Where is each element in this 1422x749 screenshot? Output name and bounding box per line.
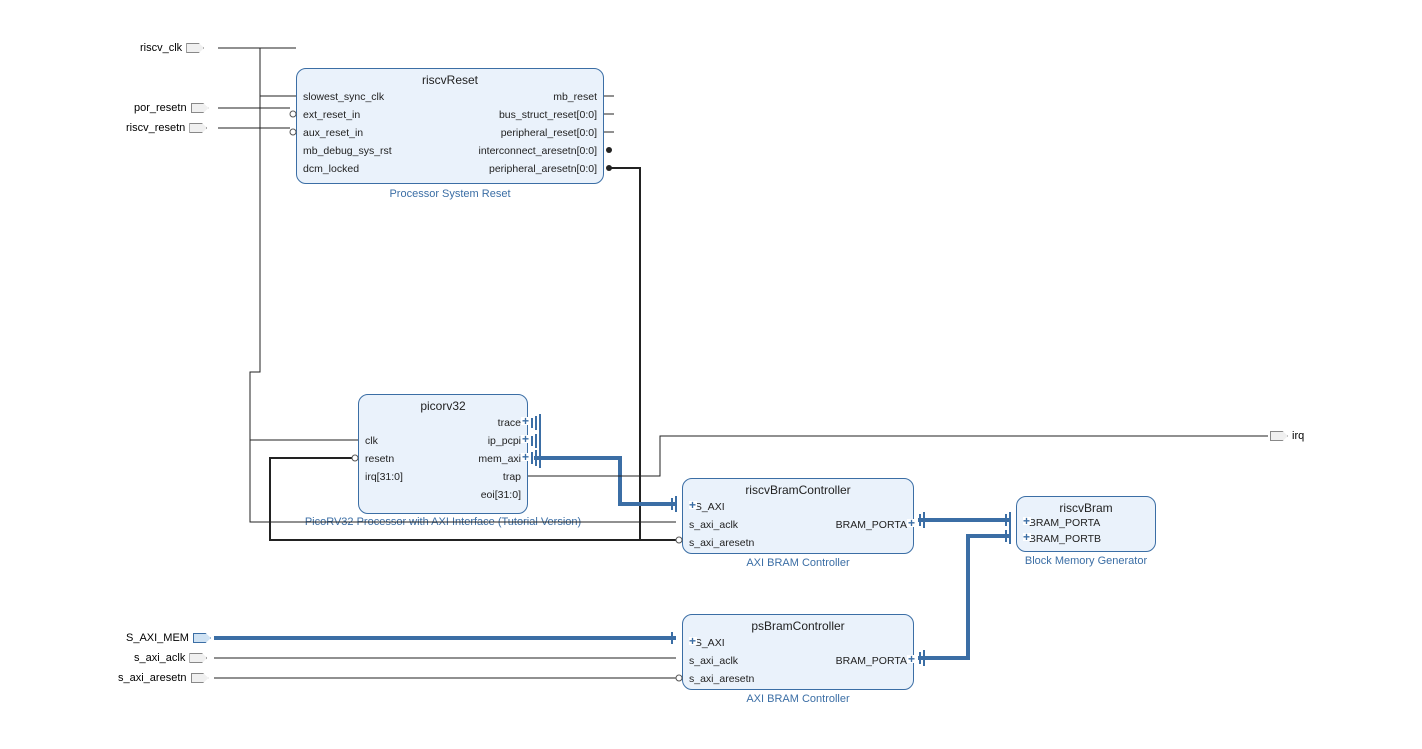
- port-riscv-resetn: riscv_resetn: [126, 122, 207, 134]
- pin: slowest_sync_clk: [303, 91, 384, 103]
- block-ps-bram-controller[interactable]: psBramController + S_AXI s_axi_aclk s_ax…: [682, 614, 914, 690]
- plus-icon: +: [1023, 517, 1031, 525]
- pin: + S_AXI: [689, 501, 725, 513]
- port-irq: irq: [1270, 430, 1304, 442]
- pin: + BRAM_PORTA: [1023, 517, 1100, 529]
- plus-icon: +: [521, 435, 529, 443]
- block-title: riscvBramController: [683, 479, 913, 499]
- pin: s_axi_aresetn: [689, 537, 754, 549]
- port-icon: [189, 653, 207, 663]
- pin: eoi[31:0]: [481, 489, 521, 501]
- plus-icon: +: [907, 655, 915, 663]
- port-icon: [191, 103, 209, 113]
- pin: clk: [365, 435, 378, 447]
- pin: trap: [503, 471, 521, 483]
- port-s-axi-aclk: s_axi_aclk: [134, 652, 207, 664]
- pin: mb_reset: [553, 91, 597, 103]
- block-riscv-bram[interactable]: riscvBram + BRAM_PORTA + BRAM_PORTB: [1016, 496, 1156, 552]
- port-label: riscv_clk: [140, 42, 182, 54]
- pin: aux_reset_in: [303, 127, 363, 139]
- port-label: riscv_resetn: [126, 122, 185, 134]
- block-subtitle: AXI BRAM Controller: [682, 693, 914, 705]
- pin: s_axi_aclk: [689, 519, 738, 531]
- plus-icon: +: [521, 417, 529, 425]
- port-label: s_axi_aresetn: [118, 672, 187, 684]
- plus-icon: +: [907, 519, 915, 527]
- pin: mb_debug_sys_rst: [303, 145, 392, 157]
- pin: peripheral_aresetn[0:0]: [489, 163, 597, 175]
- port-icon: [186, 43, 204, 53]
- block-riscv-reset[interactable]: riscvReset slowest_sync_clk ext_reset_in…: [296, 68, 604, 184]
- block-picorv32[interactable]: picorv32 clk resetn irq[31:0] trace + ip…: [358, 394, 528, 514]
- port-label: s_axi_aclk: [134, 652, 185, 664]
- pin: trace +: [498, 417, 521, 429]
- port-por-resetn: por_resetn: [134, 102, 209, 114]
- pin: ext_reset_in: [303, 109, 360, 121]
- block-subtitle: Processor System Reset: [296, 188, 604, 200]
- port-label: por_resetn: [134, 102, 187, 114]
- plus-icon: +: [689, 501, 697, 509]
- pin: + BRAM_PORTB: [1023, 533, 1101, 545]
- port-label: S_AXI_MEM: [126, 632, 189, 644]
- plus-icon: +: [1023, 533, 1031, 541]
- block-riscv-bram-controller[interactable]: riscvBramController + S_AXI s_axi_aclk s…: [682, 478, 914, 554]
- port-label: irq: [1292, 430, 1304, 442]
- pin: irq[31:0]: [365, 471, 403, 483]
- pin: s_axi_aresetn: [689, 673, 754, 685]
- pin: bus_struct_reset[0:0]: [499, 109, 597, 121]
- pin: ip_pcpi +: [488, 435, 521, 447]
- port-icon: [1270, 431, 1288, 441]
- block-subtitle: AXI BRAM Controller: [682, 557, 914, 569]
- block-subtitle: Block Memory Generator: [1008, 555, 1164, 567]
- pin: BRAM_PORTA +: [836, 655, 907, 667]
- pin: + S_AXI: [689, 637, 725, 649]
- pin: interconnect_aresetn[0:0]: [479, 145, 598, 157]
- plus-icon: +: [521, 453, 529, 461]
- port-s-axi-aresetn: s_axi_aresetn: [118, 672, 209, 684]
- pin: mem_axi +: [478, 453, 521, 465]
- pin: dcm_locked: [303, 163, 359, 175]
- port-icon: [189, 123, 207, 133]
- port-riscv-clk: riscv_clk: [140, 42, 204, 54]
- block-title: psBramController: [683, 615, 913, 635]
- pin: peripheral_reset[0:0]: [501, 127, 597, 139]
- block-title: riscvReset: [297, 69, 603, 89]
- block-title: picorv32: [359, 395, 527, 415]
- pin: BRAM_PORTA +: [836, 519, 907, 531]
- port-s-axi-mem: S_AXI_MEM: [126, 632, 211, 644]
- port-icon: [191, 673, 209, 683]
- block-title: riscvBram: [1017, 497, 1155, 517]
- port-icon: [193, 633, 211, 643]
- plus-icon: +: [689, 637, 697, 645]
- pin: s_axi_aclk: [689, 655, 738, 667]
- pin: resetn: [365, 453, 394, 465]
- block-subtitle: PicoRV32 Processor with AXI Interface (T…: [278, 516, 608, 528]
